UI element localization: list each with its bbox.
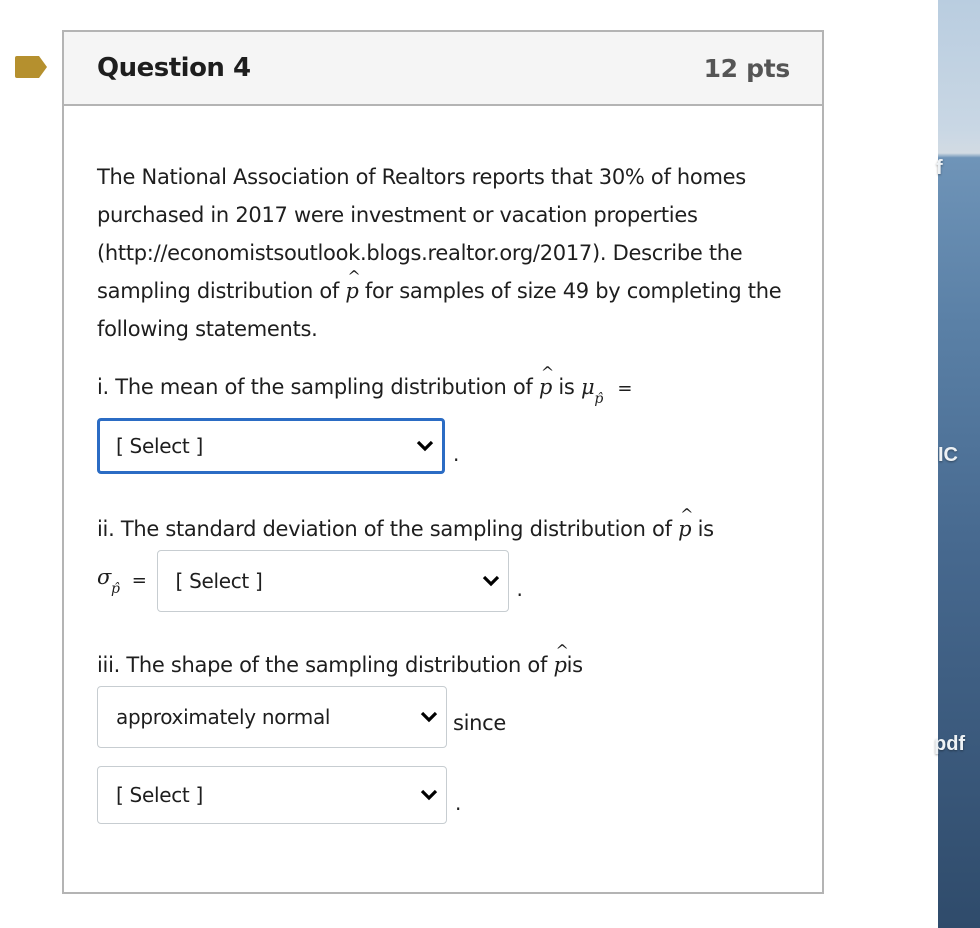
p-hat-symbol: ^ p (345, 267, 360, 310)
period: . (516, 577, 523, 602)
question-flag-icon[interactable] (15, 56, 47, 78)
statement-iii-is: is (566, 653, 583, 678)
reason-select-value: [ Select ] (116, 783, 204, 808)
desktop-icon-label[interactable]: pdf (934, 733, 965, 756)
shape-select-value: approximately normal (116, 705, 331, 730)
mu-p-hat-symbol: μp̂ (580, 375, 603, 407)
chevron-down-icon (420, 712, 438, 723)
statement-iii-shape-row: approximately normal since (97, 686, 788, 749)
p-hat-symbol: ^ p (539, 363, 554, 406)
sigma: σ (97, 565, 112, 590)
mu: μ (580, 375, 595, 399)
desktop-background: f IC pdf (934, 0, 980, 928)
hat: ^ (680, 505, 694, 525)
statement-iii-reason-row: [ Select ] . (97, 766, 788, 825)
mean-select[interactable]: [ Select ] (97, 418, 445, 475)
period: . (455, 791, 462, 816)
question-points: 12 pts (703, 53, 791, 83)
equals-sign: = (131, 570, 147, 592)
sub: p̂ (111, 581, 120, 598)
equals-sign: = (617, 378, 633, 399)
statement-ii-text: ii. The standard deviation of the sampli… (97, 517, 679, 542)
chevron-down-icon (420, 790, 438, 801)
period: . (453, 442, 460, 467)
reason-select[interactable]: [ Select ] (97, 766, 447, 825)
std-dev-select-value: [ Select ] (175, 569, 263, 594)
sigma-p-hat-symbol: σp̂ (97, 558, 120, 604)
statement-i-answer-row: [ Select ] . (97, 418, 788, 475)
mean-select-value: [ Select ] (116, 434, 204, 459)
since-label: since (453, 711, 507, 736)
statement-ii-answer-row: σp̂ = [ Select ] . (97, 550, 788, 613)
shape-select[interactable]: approximately normal (97, 686, 447, 749)
hat: ^ (540, 363, 554, 382)
statement-i-text: i. The mean of the sampling distribution… (97, 375, 539, 399)
hat: ^ (555, 641, 569, 661)
question-header: Question 4 12 pts (64, 32, 822, 106)
statement-ii: ii. The standard deviation of the sampli… (97, 505, 788, 548)
question-text: The National Association of Realtors rep… (97, 158, 788, 348)
p-hat-symbol: ^ p (678, 505, 693, 548)
chevron-down-icon (416, 441, 434, 452)
desktop-icon-label[interactable]: IC (938, 444, 958, 467)
std-dev-select[interactable]: [ Select ] (156, 550, 509, 613)
statement-i-is: is (552, 375, 581, 399)
question-card: Question 4 12 pts The National Associati… (62, 30, 824, 894)
sub: p̂ (594, 391, 603, 408)
statement-i: i. The mean of the sampling distribution… (97, 363, 788, 414)
statement-iii: iii. The shape of the sampling distribut… (97, 641, 788, 684)
statement-iii-text: iii. The shape of the sampling distribut… (97, 653, 554, 678)
p-hat-symbol: ^ p (553, 641, 568, 684)
question-body: The National Association of Realtors rep… (64, 106, 822, 825)
chevron-down-icon (482, 576, 499, 587)
question-title: Question 4 (97, 53, 251, 83)
hat: ^ (347, 267, 361, 286)
desktop-icon-label[interactable]: f (936, 157, 943, 180)
statement-ii-is: is (691, 517, 714, 542)
